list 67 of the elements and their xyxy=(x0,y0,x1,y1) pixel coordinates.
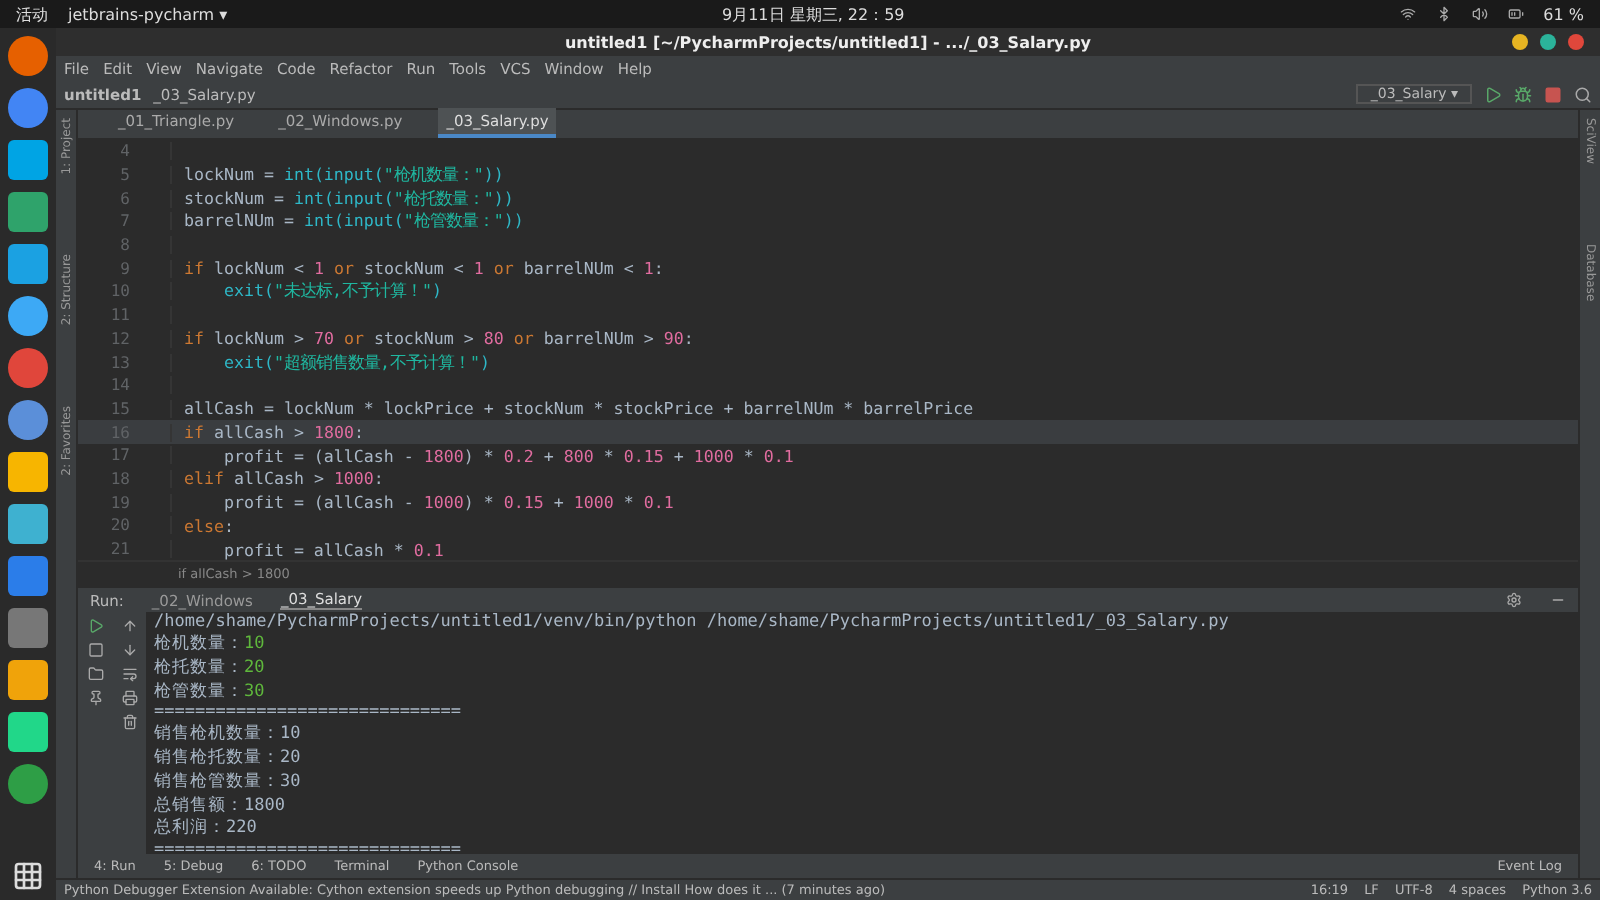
code-line: profit = allCash * 0.1 xyxy=(221,539,444,560)
line-number: 15 xyxy=(78,399,172,418)
clock-label: 9月11日 星期三, 22：59 xyxy=(722,3,905,25)
line-number: 14 xyxy=(78,376,172,395)
console-line: 销售枪机数量：10 xyxy=(154,722,303,747)
code-line: exit("未达标,不予计算！") xyxy=(221,280,442,303)
line-number: 18 xyxy=(78,469,172,488)
code-line: stockNum = int(input("枪托数量：")) xyxy=(182,187,514,210)
code-line: barrelNUm = int(input("枪管数量：")) xyxy=(182,210,524,233)
battery-label: 61 % xyxy=(1543,5,1584,23)
app-icon[interactable] xyxy=(8,296,48,336)
browser-icon[interactable] xyxy=(8,88,48,128)
line-number: 4 xyxy=(78,142,172,161)
code-line: exit("超额销售数量,不予计算！") xyxy=(221,351,490,374)
code-line: profit = (allCash - 1800) * 0.2 + 800 * 0.15 + 1000 * 0.1 xyxy=(221,445,794,466)
battery-icon[interactable] xyxy=(1507,6,1524,22)
console-line: 枪托数量：20 xyxy=(154,656,267,680)
code-line: if lockNum < 1 or stockNum < 1 or barrelNUm < 1: xyxy=(182,258,664,279)
code-line: elif allCash > 1000: xyxy=(182,468,384,489)
console-line: 总利润：220 xyxy=(154,816,259,840)
line-number: 6 xyxy=(78,189,172,208)
app-icon[interactable] xyxy=(8,764,48,804)
browser-icon[interactable] xyxy=(8,36,48,76)
code-line: if lockNum > 70 or stockNum > 80 or barrelNUm > 90: xyxy=(182,328,694,349)
code-line: lockNum = int(input("枪机数量：")) xyxy=(182,164,504,187)
window-title: untitled1 [~/PycharmProjects/untitled1] - .../_03_Salary.py xyxy=(564,33,1092,51)
console-line: ============================== xyxy=(154,839,464,860)
line-number: 7 xyxy=(78,212,172,231)
search-icon[interactable] xyxy=(1574,85,1592,103)
line-number: 8 xyxy=(78,236,172,255)
run-icon[interactable] xyxy=(1484,85,1502,103)
code-line: if allCash > 1800: xyxy=(182,422,364,443)
bluetooth-icon[interactable] xyxy=(1435,6,1452,22)
line-number: 13 xyxy=(78,353,172,372)
console-line: 总销售额：1800 xyxy=(154,793,287,817)
console-line: 枪机数量：10 xyxy=(154,632,267,657)
line-number: 19 xyxy=(78,493,172,512)
activities-label[interactable]: 活动 xyxy=(16,3,48,25)
volume-icon[interactable] xyxy=(1471,6,1488,22)
app-menu-label[interactable]: jetbrains-pycharm ▾ xyxy=(68,5,228,23)
app-icon[interactable] xyxy=(8,348,48,388)
line-number: 20 xyxy=(78,516,172,535)
line-number: 21 xyxy=(78,540,172,559)
close-button[interactable] xyxy=(1568,34,1584,50)
minimize-button[interactable] xyxy=(1512,34,1528,50)
line-number: 9 xyxy=(78,259,172,278)
line-number: 12 xyxy=(78,329,172,348)
line-number: 17 xyxy=(78,446,172,465)
line-number: 11 xyxy=(78,306,172,325)
debug-icon[interactable] xyxy=(1514,85,1532,103)
code-line: profit = (allCash - 1000) * 0.15 + 1000 * 0.1 xyxy=(221,492,674,513)
wifi-icon[interactable] xyxy=(1399,6,1416,22)
code-line: else: xyxy=(182,515,234,536)
line-number: 5 xyxy=(78,166,172,185)
console-line: 枪管数量：30 xyxy=(154,679,267,703)
console-line: 销售枪管数量：30 xyxy=(154,769,303,793)
code-editor[interactable] xyxy=(78,138,1578,561)
settings-icon[interactable] xyxy=(1506,592,1522,609)
app-grid-icon[interactable] xyxy=(12,860,44,892)
app-icon[interactable] xyxy=(8,400,48,440)
console-line: /home/shame/PycharmProjects/untitled1/venv/bin/python /home/shame/PycharmProjects/untitled1/_03_Salary.py xyxy=(154,612,1231,633)
console-line: 销售枪托数量：20 xyxy=(154,746,303,770)
line-number: 10 xyxy=(78,282,172,301)
stop-icon[interactable] xyxy=(1544,85,1562,103)
code-line: allCash = lockNum * lockPrice + stockNum * stockPrice + barrelNUm * barrelPrice xyxy=(182,398,974,419)
maximize-button[interactable] xyxy=(1540,34,1556,50)
console-line: ============================== xyxy=(154,702,464,723)
